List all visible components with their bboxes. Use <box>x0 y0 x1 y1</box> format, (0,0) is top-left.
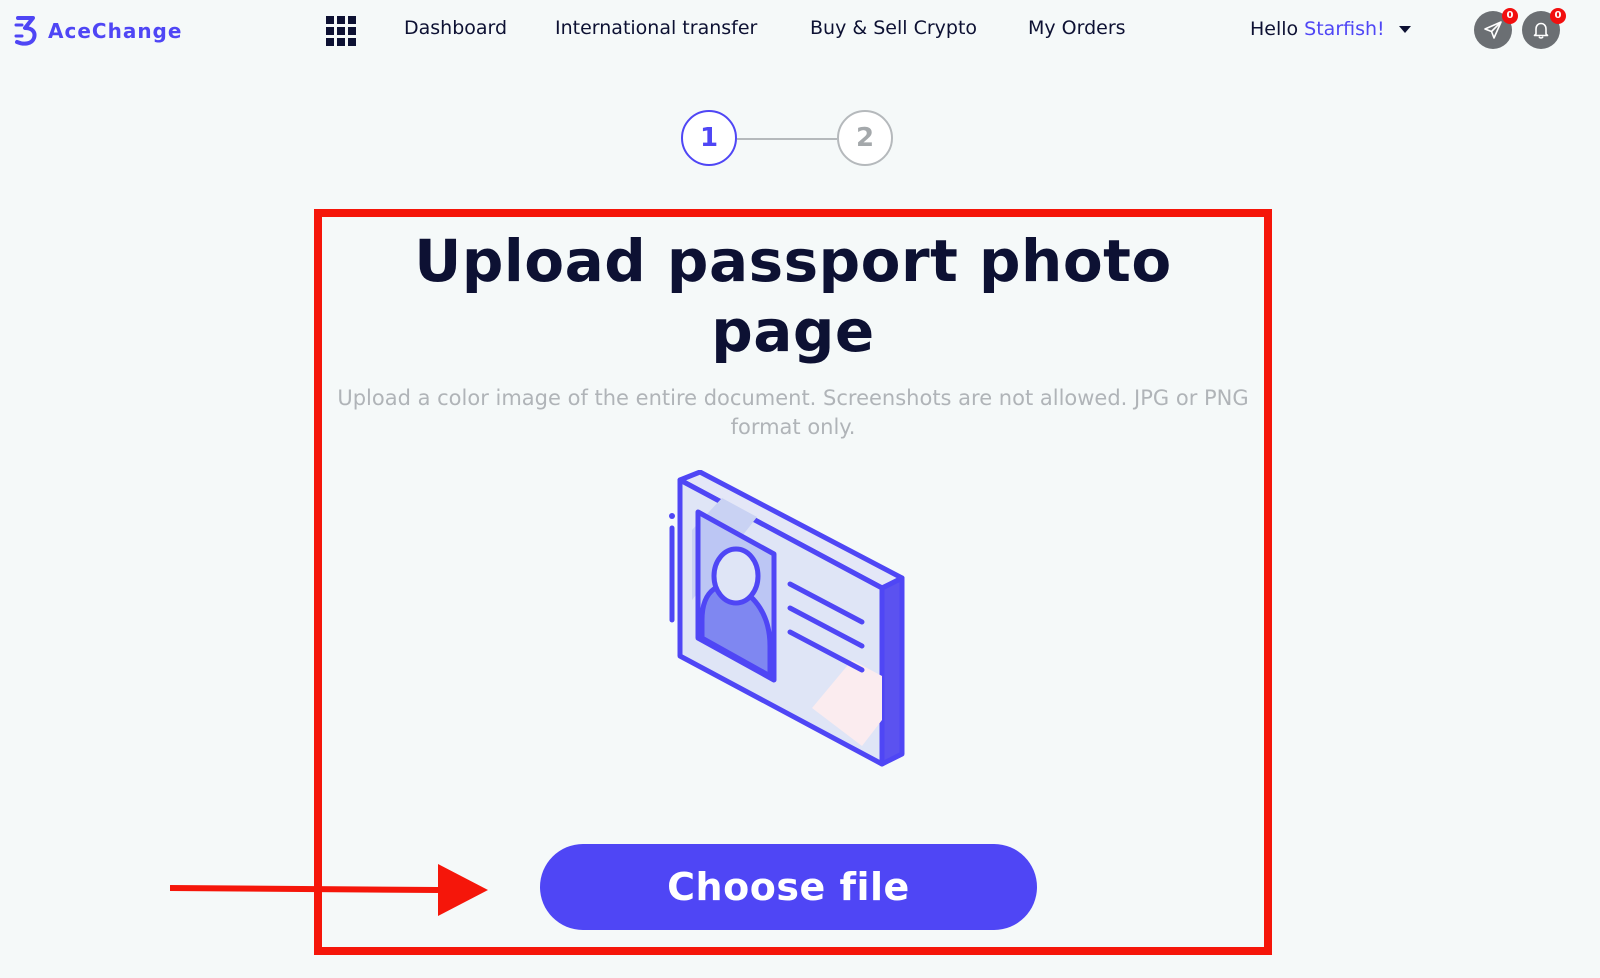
id-card-icon <box>669 470 905 767</box>
brand-logo-link[interactable]: AceChange <box>14 16 182 46</box>
red-arrow-right-icon <box>170 864 488 916</box>
messages-count-badge: 0 <box>1502 8 1518 24</box>
step-connector-line <box>737 138 837 140</box>
upload-instructions: Upload a color image of the entire docum… <box>337 386 1249 439</box>
paper-plane-icon <box>1484 21 1502 39</box>
brand-logo-icon <box>14 16 37 46</box>
brand-name-prefix: Ace <box>48 19 92 43</box>
top-navigation-bar: AceChange Dashboard International transf… <box>0 0 1600 64</box>
user-menu-dropdown[interactable]: Hello Starfish! <box>1250 18 1411 40</box>
nav-link-international-transfer[interactable]: International transfer <box>555 17 757 39</box>
user-greeting: Hello <box>1250 18 1299 40</box>
chevron-down-icon <box>1398 25 1411 33</box>
nav-link-buy-sell-crypto[interactable]: Buy & Sell Crypto <box>810 17 977 39</box>
nav-link-my-orders[interactable]: My Orders <box>1028 17 1126 39</box>
step-indicator-1: 1 <box>681 110 737 166</box>
grid-apps-icon[interactable] <box>325 15 357 47</box>
user-name: Starfish! <box>1304 18 1385 40</box>
page-title: Upload passport photo page <box>414 227 1172 365</box>
messages-button[interactable]: 0 <box>1474 8 1518 49</box>
choose-file-button[interactable]: Choose file <box>540 844 1037 930</box>
notifications-button[interactable]: 0 <box>1522 8 1566 49</box>
step-indicator-2: 2 <box>837 110 893 166</box>
notifications-count-badge: 0 <box>1550 8 1566 24</box>
nav-link-dashboard[interactable]: Dashboard <box>404 17 507 39</box>
brand-name-suffix: Change <box>91 19 183 43</box>
bell-icon <box>1533 22 1549 39</box>
brand-name: AceChange <box>48 19 182 43</box>
